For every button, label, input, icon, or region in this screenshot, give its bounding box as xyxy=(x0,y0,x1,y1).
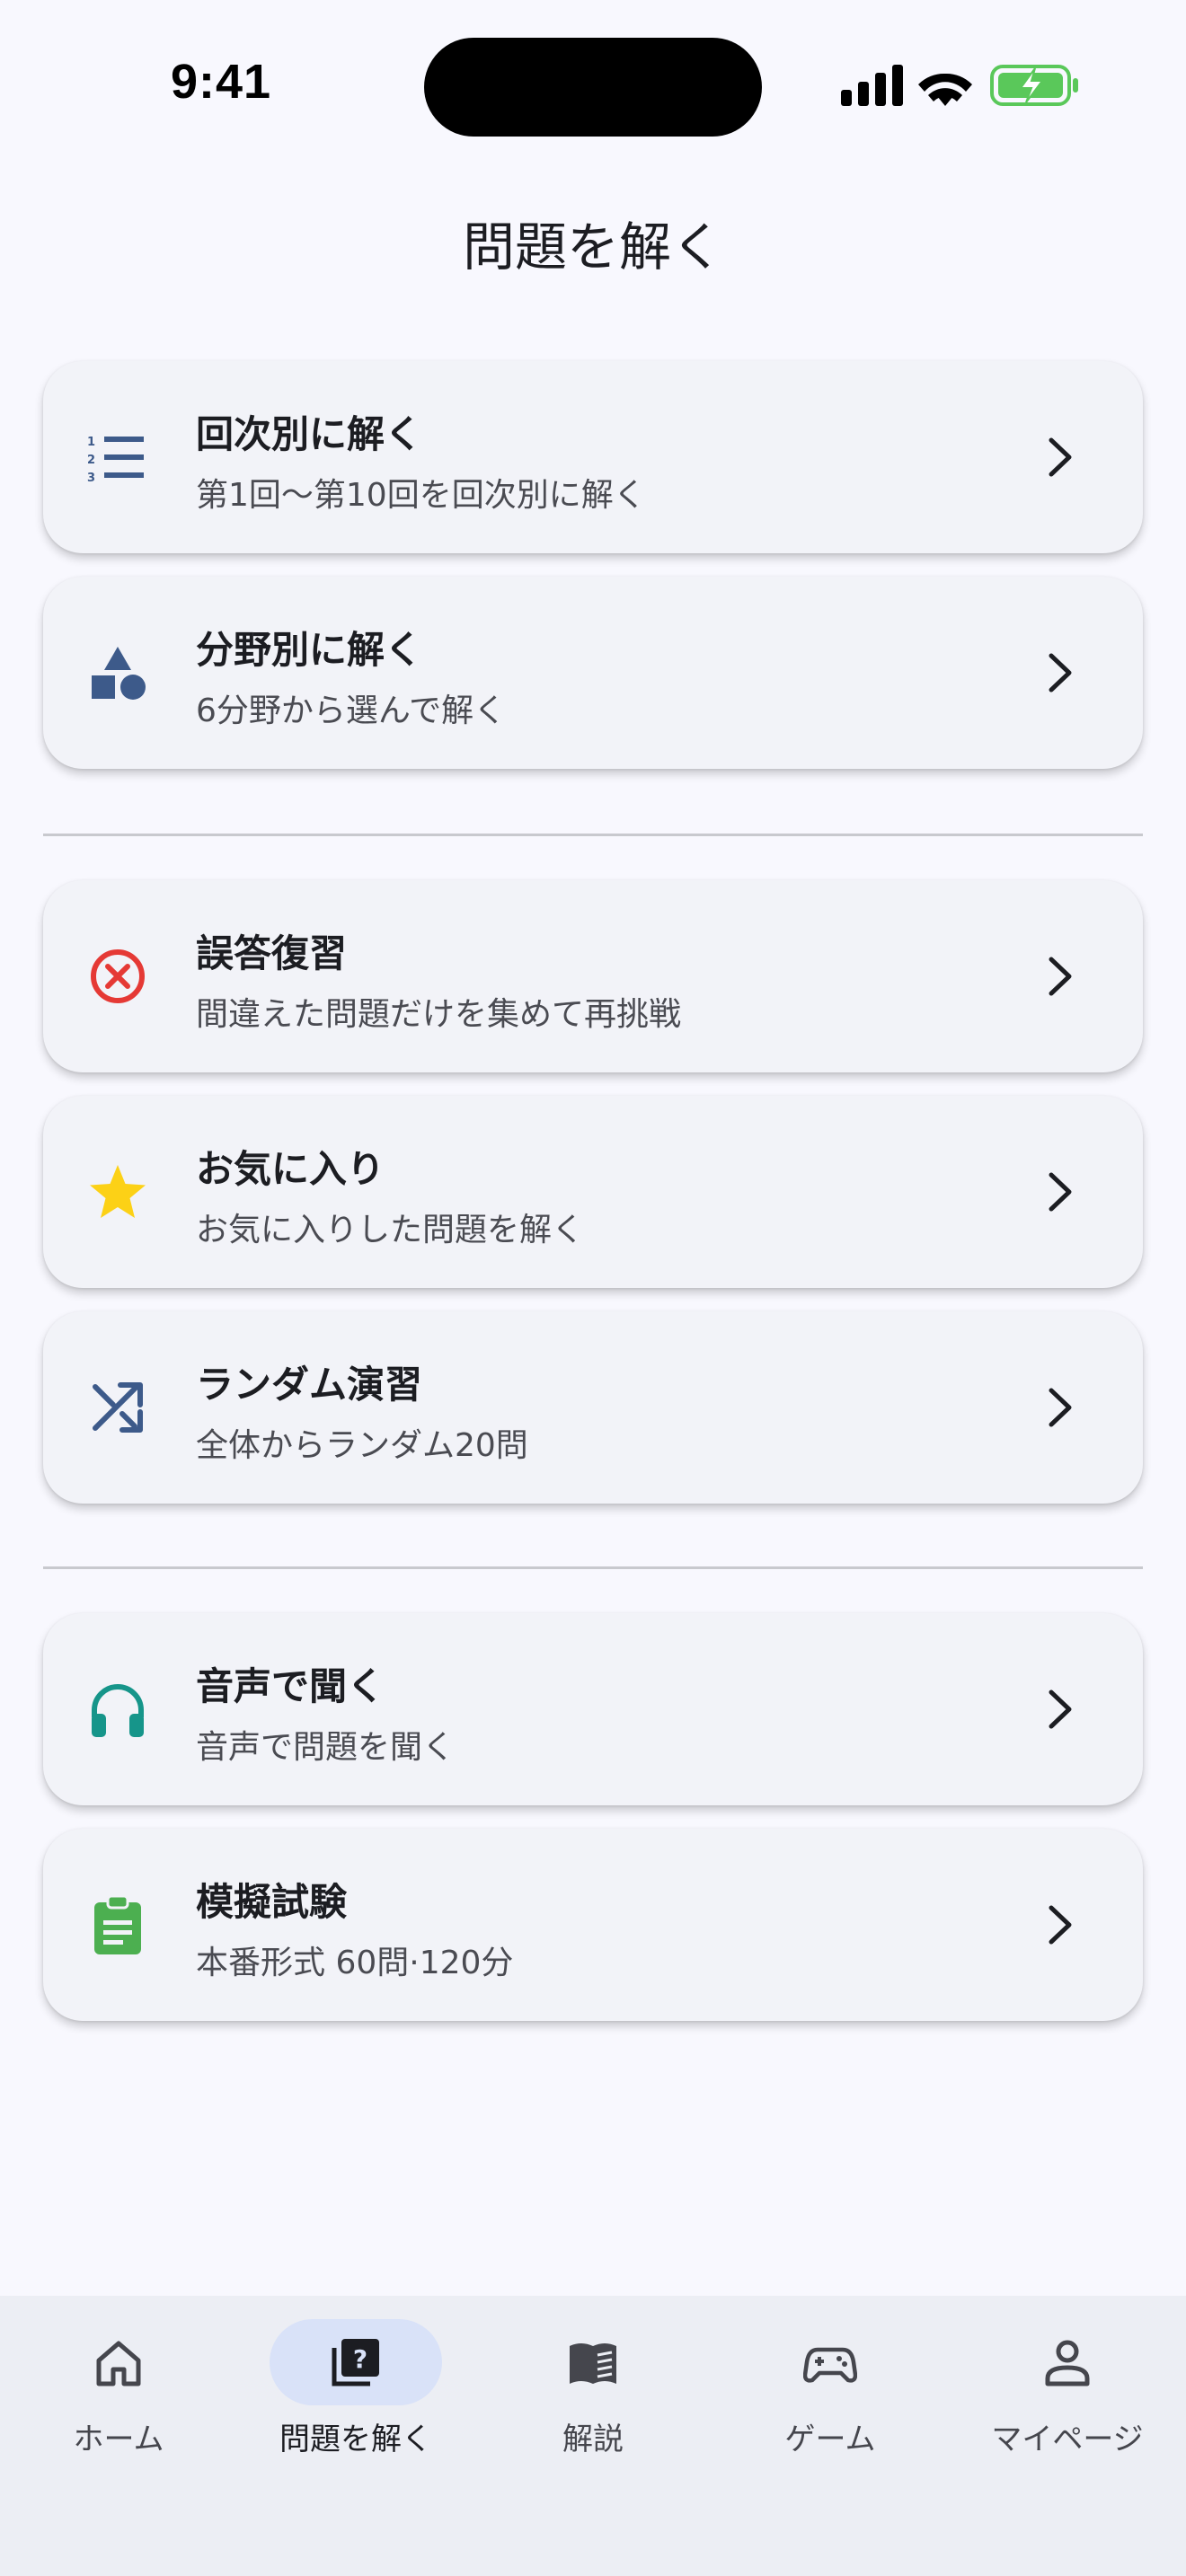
headphones-icon xyxy=(86,1678,149,1741)
shuffle-icon xyxy=(86,1376,149,1439)
clipboard-icon xyxy=(86,1893,149,1956)
svg-text:2: 2 xyxy=(87,454,95,467)
nav-item-my-page[interactable]: マイページ xyxy=(949,2296,1186,2520)
nav-label: ホーム xyxy=(73,2422,164,2457)
section-divider xyxy=(43,834,1143,836)
chevron-right-icon xyxy=(1049,437,1072,477)
bottom-navigation-bar: ホーム ? 問題を解く 解説 ゲーム マイページ xyxy=(0,2296,1186,2576)
svg-text:3: 3 xyxy=(87,472,95,485)
menu-card-title: 分野別に解く xyxy=(196,628,423,672)
menu-card-listen-audio[interactable]: 音声で聞く 音声で問題を聞く xyxy=(43,1613,1143,1805)
menu-card-wrong-review[interactable]: 誤答復習 間違えた問題だけを集めて再挑戦 xyxy=(43,880,1143,1072)
star-icon xyxy=(86,1160,149,1223)
menu-card-subtitle: 本番形式 60問·120分 xyxy=(196,1945,514,1981)
screen: 9:41 問題を解く 1 2 3 回次別に解く 第1回～第10回を回次別に解く … xyxy=(0,0,1186,2576)
nav-item-explanations[interactable]: 解説 xyxy=(474,2296,712,2520)
home-icon xyxy=(92,2335,146,2389)
category-shapes-icon xyxy=(86,641,149,704)
menu-card-title: ランダム演習 xyxy=(196,1363,423,1407)
section-divider xyxy=(43,1566,1143,1569)
menu-card-subtitle: お気に入りした問題を解く xyxy=(196,1212,585,1248)
menu-card-random-practice[interactable]: ランダム演習 全体からランダム20問 xyxy=(43,1311,1143,1504)
numbered-list-icon: 1 2 3 xyxy=(86,426,149,489)
menu-card-favorites[interactable]: お気に入り お気に入りした問題を解く xyxy=(43,1096,1143,1288)
quiz-icon: ? xyxy=(329,2335,383,2389)
status-bar: 9:41 xyxy=(0,0,1186,171)
nav-label: 解説 xyxy=(562,2422,624,2457)
nav-item-home[interactable]: ホーム xyxy=(0,2296,237,2520)
menu-card-subtitle: 間違えた問題だけを集めて再挑戦 xyxy=(196,996,682,1033)
menu-card-subtitle: 全体からランダム20問 xyxy=(196,1427,528,1464)
nav-label: 問題を解く xyxy=(279,2422,432,2457)
cellular-signal-icon xyxy=(841,65,903,106)
chevron-right-icon xyxy=(1049,1172,1072,1212)
nav-label: マイページ xyxy=(991,2422,1144,2457)
menu-card-subtitle: 6分野から選んで解く xyxy=(196,693,507,729)
menu-card-title: 模擬試験 xyxy=(196,1880,348,1924)
dynamic-island xyxy=(424,38,762,137)
cancel-circle-icon xyxy=(86,945,149,1008)
person-icon xyxy=(1040,2335,1094,2389)
menu-card-by-field[interactable]: 分野別に解く 6分野から選んで解く xyxy=(43,577,1143,769)
chevron-right-icon xyxy=(1049,957,1072,996)
book-icon xyxy=(566,2335,620,2389)
nav-item-game[interactable]: ゲーム xyxy=(712,2296,949,2520)
svg-text:?: ? xyxy=(353,2344,367,2374)
nav-label: ゲーム xyxy=(784,2422,876,2457)
chevron-right-icon xyxy=(1049,1388,1072,1427)
menu-card-title: 回次別に解く xyxy=(196,412,423,456)
status-time: 9:41 xyxy=(171,55,272,109)
chevron-right-icon xyxy=(1049,653,1072,693)
gamepad-icon xyxy=(803,2335,857,2389)
battery-charging-icon xyxy=(990,65,1078,106)
menu-card-by-round[interactable]: 1 2 3 回次別に解く 第1回～第10回を回次別に解く xyxy=(43,361,1143,553)
menu-card-mock-exam[interactable]: 模擬試験 本番形式 60問·120分 xyxy=(43,1829,1143,2021)
menu-card-title: 誤答復習 xyxy=(196,931,348,975)
menu-card-title: 音声で聞く xyxy=(196,1664,385,1708)
chevron-right-icon xyxy=(1049,1689,1072,1729)
page-title: 問題を解く xyxy=(462,216,723,278)
nav-item-solve-problems[interactable]: ? 問題を解く xyxy=(237,2296,474,2520)
menu-card-subtitle: 第1回～第10回を回次別に解く xyxy=(196,477,646,514)
svg-text:1: 1 xyxy=(87,436,95,449)
wifi-icon xyxy=(918,73,972,106)
chevron-right-icon xyxy=(1049,1905,1072,1945)
menu-card-title: お気に入り xyxy=(196,1147,385,1191)
menu-card-subtitle: 音声で問題を聞く xyxy=(196,1729,456,1766)
